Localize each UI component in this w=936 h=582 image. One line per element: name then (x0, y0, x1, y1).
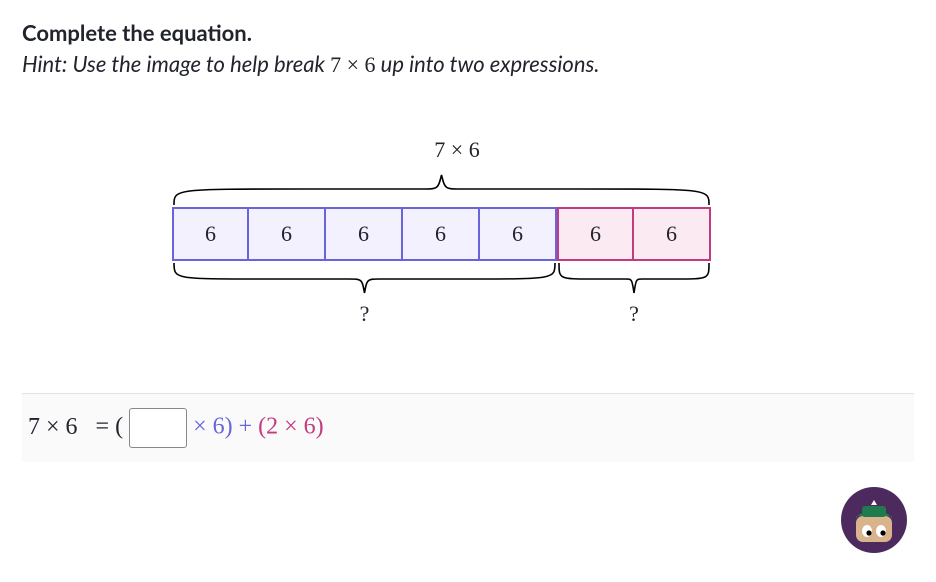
eq-after-input: × 6) + (193, 413, 258, 439)
hint-post: up into two expressions. (376, 50, 600, 77)
prompt-block: Complete the equation. Hint: Use the ima… (22, 18, 682, 81)
eq-open: = ( (96, 413, 124, 439)
tape-boxes: 6 6 6 6 6 6 6 (172, 207, 742, 261)
cell: 6 (480, 207, 557, 261)
bottom-brace-right (557, 261, 711, 297)
equation-row: 7 × 6 = ( × 6) + (2 × 6) (22, 393, 914, 462)
eq-lhs: 7 × 6 (22, 414, 78, 441)
cell: 6 (172, 207, 249, 261)
tape-diagram: 7 × 6 6 6 6 6 6 6 6 ? ? (22, 137, 742, 327)
pink-group: 6 6 (557, 207, 711, 261)
diagram-top-label: 7 × 6 (22, 137, 742, 163)
eq-pink-part: (2 × 6) (258, 413, 324, 439)
cell: 6 (249, 207, 326, 261)
question-marks: ? ? (172, 301, 742, 327)
answer-input[interactable] (129, 408, 187, 448)
cell: 6 (557, 207, 634, 261)
hint-expr: 7 × 6 (330, 52, 375, 77)
prompt-title: Complete the equation. (22, 19, 252, 46)
top-brace (172, 171, 711, 207)
q-right: ? (557, 301, 711, 327)
eq-rhs: = ( × 6) + (2 × 6) (96, 408, 324, 448)
cell: 6 (634, 207, 711, 261)
mascot-avatar[interactable] (840, 486, 908, 554)
q-left: ? (172, 301, 557, 327)
cell: 6 (326, 207, 403, 261)
prompt-hint: Hint: Use the image to help break 7 × 6 … (22, 50, 599, 77)
hint-pre: Hint: Use the image to help break (22, 50, 330, 77)
purple-group: 6 6 6 6 6 (172, 207, 557, 261)
cell: 6 (403, 207, 480, 261)
bottom-braces (172, 261, 742, 297)
bottom-brace-left (172, 261, 557, 297)
